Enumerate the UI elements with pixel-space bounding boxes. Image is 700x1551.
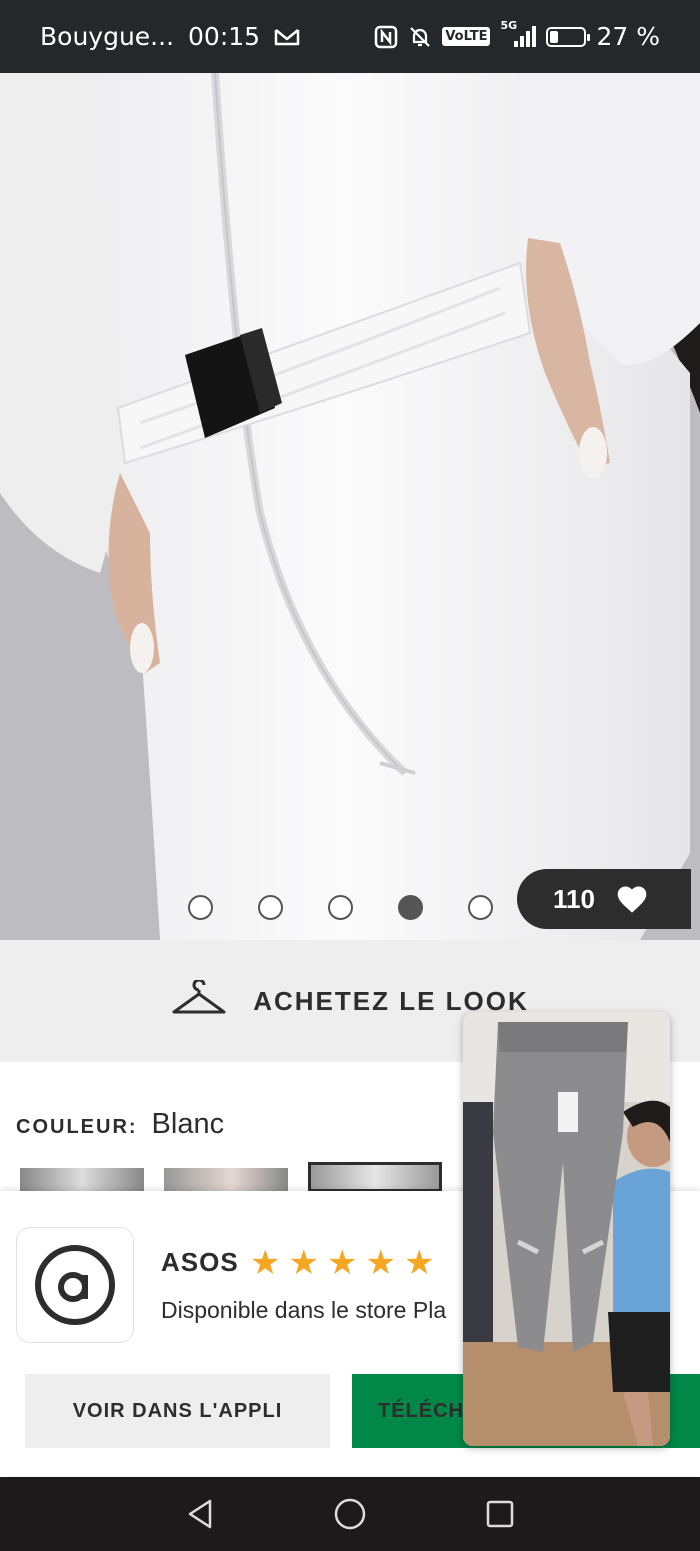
- gmail-icon: [274, 27, 300, 47]
- colour-label: COULEUR:: [16, 1116, 138, 1138]
- floating-video-player[interactable]: [463, 1012, 670, 1446]
- colour-thumbnail-selected[interactable]: [308, 1162, 442, 1192]
- status-bar: Bouygue... 00:15 VoLTE 5G 27 %: [0, 0, 700, 73]
- colour-thumbnail[interactable]: [20, 1168, 144, 1192]
- product-image-carousel[interactable]: 110: [0, 73, 700, 940]
- screen: Bouygue... 00:15 VoLTE 5G 27 % 110 ACHET…: [0, 0, 700, 1551]
- battery-percent: 27 %: [596, 22, 660, 51]
- open-in-app-button[interactable]: VOIR DANS L'APPLI: [25, 1374, 330, 1448]
- star-icon: ★: [365, 1244, 396, 1282]
- battery-level-fill: [550, 30, 559, 43]
- star-icon: ★: [326, 1244, 358, 1282]
- hanger-icon: [171, 978, 227, 1023]
- colour-thumbnails: [20, 1162, 442, 1192]
- battery-icon: [546, 26, 591, 47]
- colour-value: Blanc: [151, 1108, 225, 1140]
- colour-thumbnail[interactable]: [164, 1168, 288, 1192]
- likes-count: 110: [553, 883, 595, 914]
- home-circle-icon[interactable]: [330, 1494, 370, 1534]
- carousel-dot[interactable]: [468, 895, 493, 920]
- status-left: Bouygue... 00:15: [40, 22, 300, 51]
- mute-bell-icon: [408, 25, 432, 49]
- network-type: 5G: [500, 18, 518, 32]
- system-navigation-bar: [0, 1477, 700, 1551]
- star-icon: ★: [403, 1244, 435, 1282]
- video-frame: [463, 1012, 670, 1446]
- likes-button[interactable]: 110: [517, 869, 691, 929]
- carousel-dot-active[interactable]: [398, 895, 423, 920]
- app-name: ASOS: [161, 1247, 239, 1277]
- clock: 00:15: [188, 22, 261, 51]
- star-icon: ★: [288, 1244, 319, 1282]
- product-photo: [0, 73, 700, 940]
- carousel-dot[interactable]: [258, 895, 283, 920]
- volte-badge: VoLTE: [442, 27, 491, 46]
- heart-icon: [615, 884, 649, 914]
- back-triangle-icon[interactable]: [180, 1494, 220, 1534]
- status-right: VoLTE 5G 27 %: [374, 19, 660, 51]
- carrier-name: Bouygue...: [40, 22, 175, 51]
- colour-selector: COULEUR: Blanc: [16, 1108, 224, 1141]
- app-store-availability: Disponible dans le store Pla: [161, 1297, 447, 1323]
- signal-icon: 5G: [500, 19, 537, 49]
- carousel-dots: [188, 895, 493, 920]
- star-icon: ★: [250, 1244, 281, 1282]
- nfc-icon: [374, 25, 398, 49]
- carousel-dot[interactable]: [328, 895, 353, 920]
- asos-logo-icon[interactable]: [16, 1227, 134, 1343]
- carousel-dot[interactable]: [188, 895, 213, 920]
- recent-square-icon[interactable]: [480, 1494, 520, 1534]
- rating-stars: ★ ★ ★ ★ ★: [250, 1243, 434, 1283]
